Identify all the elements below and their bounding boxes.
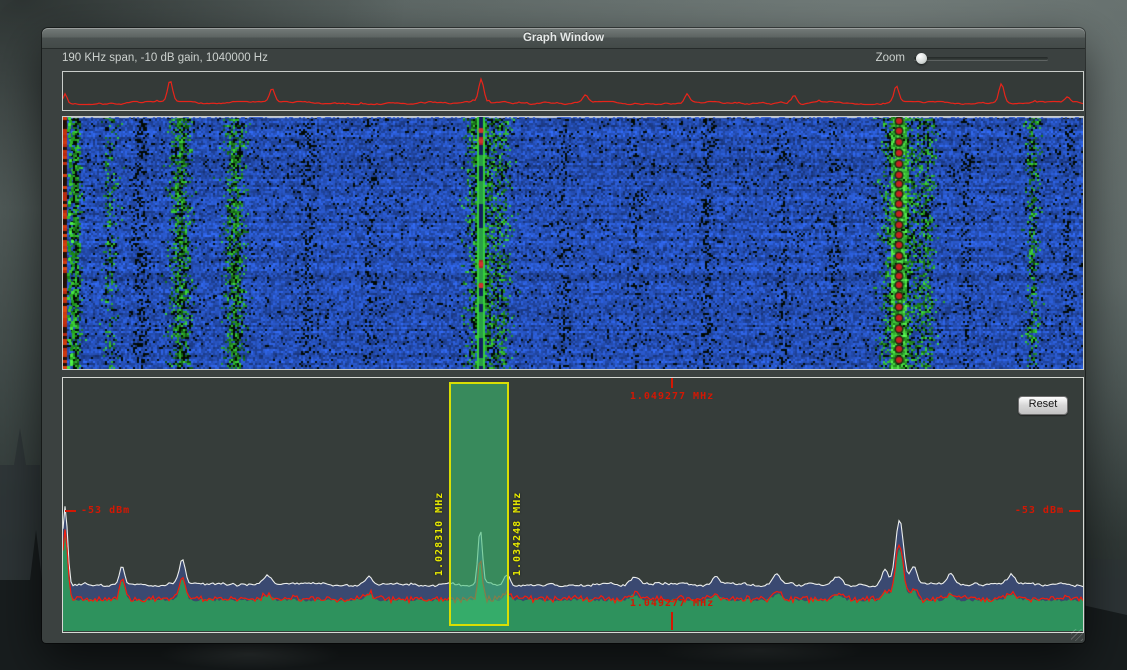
zoom-control: Zoom	[876, 52, 1048, 64]
selection-start-label: 1.028310 MHz	[434, 492, 445, 576]
marker-label-bottom: 1.049277 MHz	[630, 598, 714, 609]
window-titlebar[interactable]: Graph Window	[42, 28, 1085, 49]
status-text: 190 KHz span, -10 dB gain, 1040000 Hz	[62, 52, 268, 64]
selection-end-label: 1.034248 MHz	[512, 492, 523, 576]
left-dbm-label: -53 dBm	[81, 505, 130, 516]
spectrum-panel: 1.028310 MHz 1.034248 MHz 1.049277 MHz 1…	[62, 377, 1084, 633]
left-dbm-readout: -53 dBm	[65, 505, 130, 516]
graph-window: Graph Window 190 KHz span, -10 dB gain, …	[42, 28, 1085, 643]
overview-spectrum-panel	[62, 71, 1084, 111]
waterfall-spectrogram[interactable]	[63, 117, 1083, 369]
window-title: Graph Window	[523, 32, 604, 44]
spectrum-plot[interactable]	[63, 378, 1083, 632]
left-dbm-tick	[65, 510, 76, 512]
reset-button[interactable]: Reset	[1018, 396, 1068, 415]
right-dbm-label: -53 dBm	[1015, 505, 1064, 516]
zoom-slider[interactable]	[914, 53, 1048, 64]
marker-tick-bottom	[671, 612, 673, 630]
desktop-background: Graph Window 190 KHz span, -10 dB gain, …	[0, 0, 1127, 670]
overview-trace[interactable]	[63, 72, 1083, 110]
zoom-slider-track[interactable]	[914, 57, 1048, 60]
waterfall-panel	[62, 116, 1084, 370]
right-dbm-readout: -53 dBm	[1015, 505, 1080, 516]
right-dbm-tick	[1069, 510, 1080, 512]
resize-grip[interactable]	[1071, 629, 1083, 641]
marker-tick-top	[671, 378, 673, 388]
marker-label-top: 1.049277 MHz	[630, 391, 714, 402]
selection-region[interactable]	[449, 382, 509, 626]
zoom-slider-thumb[interactable]	[916, 53, 927, 64]
zoom-label: Zoom	[876, 52, 905, 64]
